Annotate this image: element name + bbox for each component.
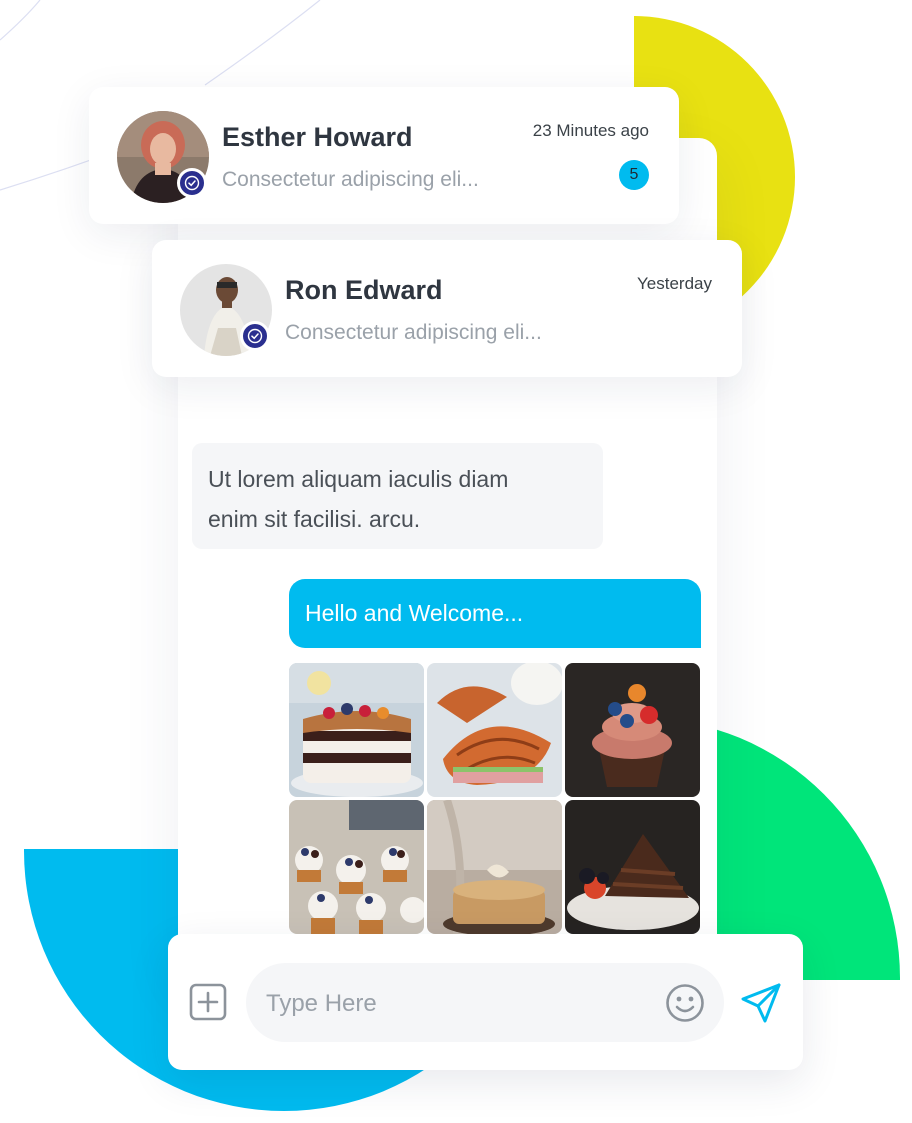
message-timestamp: 23 Minutes ago — [532, 121, 649, 140]
verified-badge-icon — [177, 168, 207, 198]
shared-photo-grid — [289, 663, 701, 934]
attach-button[interactable] — [188, 982, 228, 1022]
contact-name: Ron Edward — [285, 275, 443, 305]
contact-name: Esther Howard — [222, 122, 413, 152]
chat-list-item-ron-edward[interactable]: Ron Edward Consectetur adipiscing eli...… — [152, 240, 742, 377]
photo-cupcake[interactable] — [565, 663, 700, 797]
message-input[interactable] — [264, 963, 648, 1044]
send-button[interactable] — [738, 980, 784, 1026]
photo-cupcakes[interactable] — [289, 800, 424, 934]
chat-list-item-esther-howard[interactable]: Esther Howard Consectetur adipiscing eli… — [89, 87, 679, 224]
emoji-button[interactable] — [664, 982, 706, 1024]
unread-count-badge: 5 — [619, 160, 649, 190]
message-preview: Consectetur adipiscing eli... — [285, 321, 542, 344]
message-preview: Consectetur adipiscing eli... — [222, 168, 479, 191]
send-icon — [741, 983, 781, 1023]
outgoing-message-bubble: Hello and Welcome... — [289, 579, 701, 648]
verified-badge-icon — [240, 321, 270, 351]
incoming-message-bubble: Ut lorem aliquam iaculis diam enim sit f… — [192, 443, 603, 549]
smiley-icon — [666, 984, 704, 1022]
chat-app-mockup: Esther Howard Consectetur adipiscing eli… — [0, 0, 912, 1123]
photo-chocolate-cake-slice[interactable] — [565, 800, 700, 934]
plus-square-icon — [189, 983, 227, 1021]
message-composer — [168, 934, 803, 1070]
photo-tart[interactable] — [427, 800, 562, 934]
message-line: Ut lorem aliquam iaculis diam — [208, 466, 509, 492]
message-timestamp: Yesterday — [637, 274, 712, 293]
message-line: enim sit facilisi. arcu. — [208, 506, 421, 532]
photo-layer-cake[interactable] — [289, 663, 424, 797]
photo-croissant[interactable] — [427, 663, 562, 797]
message-field — [246, 963, 724, 1044]
